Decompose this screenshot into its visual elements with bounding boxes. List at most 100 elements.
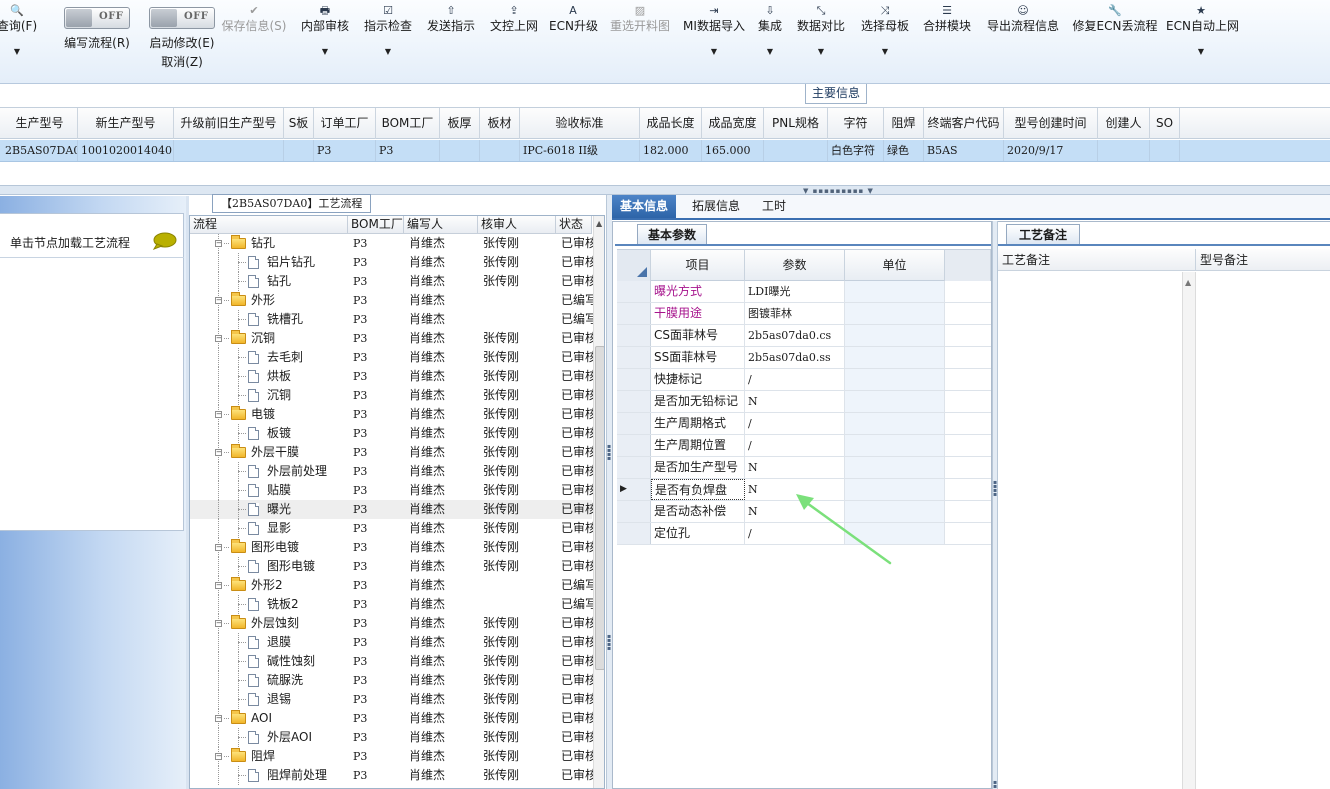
chevron-down-icon[interactable]: ▼ — [0, 48, 42, 56]
tree-node[interactable]: 退锡 — [190, 690, 348, 709]
collapse-icon[interactable]: − — [215, 411, 222, 418]
main-col-header[interactable]: 终端客户代码 — [924, 108, 1004, 139]
tree-node[interactable]: − 外形 — [190, 291, 348, 310]
param-unit-cell[interactable] — [845, 413, 945, 434]
main-cell[interactable] — [480, 140, 520, 161]
flow-tree-row[interactable]: 退锡 P3 肖维杰 张传刚 已审核 — [190, 690, 597, 709]
ecn-upgrade-button[interactable]: A ECN升级 — [549, 0, 598, 34]
tree-node[interactable]: − 阻焊 — [190, 747, 348, 766]
param-item-cell[interactable]: 是否加生产型号 — [651, 457, 745, 478]
param-item-cell[interactable]: 定位孔 — [651, 523, 745, 544]
flow-tree-row[interactable]: 沉铜 P3 肖维杰 张传刚 已审核 — [190, 386, 597, 405]
integrate-button[interactable]: ⇩ 集成 ▼ — [756, 0, 784, 56]
tree-node[interactable]: − 图形电镀 — [190, 538, 348, 557]
tree-node[interactable]: 显影 — [190, 519, 348, 538]
flow-tree-row[interactable]: − 外形 P3 肖维杰 已编写 — [190, 291, 597, 310]
flow-tree-row[interactable]: − 外层蚀刻 P3 肖维杰 张传刚 已审核 — [190, 614, 597, 633]
flow-col-header[interactable]: 编写人 — [404, 216, 478, 234]
tree-node[interactable]: 碱性蚀刻 — [190, 652, 348, 671]
param-row[interactable]: 是否加生产型号 N — [617, 457, 991, 479]
chevron-down-icon[interactable]: ▼ — [362, 48, 414, 56]
param-item-cell[interactable]: 是否有负焊盘 — [651, 479, 745, 500]
param-value-cell[interactable]: N — [745, 391, 845, 412]
main-col-header[interactable]: PNL规格 — [764, 108, 828, 139]
process-remark-tab[interactable]: 工艺备注 — [1006, 224, 1081, 245]
tree-node[interactable]: − 外形2 — [190, 576, 348, 595]
collapse-icon[interactable]: − — [215, 449, 222, 456]
param-value-cell[interactable]: / — [745, 369, 845, 390]
tree-node[interactable]: 图形电镀 — [190, 557, 348, 576]
flow-tree-row[interactable]: 板镀 P3 肖维杰 张传刚 已审核 — [190, 424, 597, 443]
param-item-cell[interactable]: 生产周期格式 — [651, 413, 745, 434]
tree-node-label[interactable]: 烘板 — [267, 367, 291, 386]
flow-tree-row[interactable]: 贴膜 P3 肖维杰 张传刚 已审核 — [190, 481, 597, 500]
export-flow-button[interactable]: ☺ 导出流程信息 — [984, 0, 1062, 34]
tree-node-label[interactable]: 阻焊前处理 — [267, 766, 327, 785]
flow-col-header[interactable]: 流程 — [190, 216, 348, 234]
save-info-button[interactable]: ✔ 保存信息(S) — [216, 0, 292, 34]
repair-ecn-flow-button[interactable]: 🔧 修复ECN丢流程 — [1072, 0, 1158, 34]
param-unit-cell[interactable] — [845, 391, 945, 412]
item-column[interactable]: 项目 — [651, 250, 745, 281]
flow-tree-row[interactable]: 铣板2 P3 肖维杰 已编写 — [190, 595, 597, 614]
main-col-header[interactable]: BOM工厂 — [376, 108, 440, 139]
flow-tree-row[interactable]: 图形电镀 P3 肖维杰 张传刚 已审核 — [190, 557, 597, 576]
main-cell[interactable]: 2020/9/17 — [1004, 140, 1098, 161]
select-mother-board-button[interactable]: ⤨ 选择母板 ▼ — [858, 0, 912, 56]
tree-node[interactable]: − 外层干膜 — [190, 443, 348, 462]
main-cell[interactable] — [174, 140, 284, 161]
main-col-header[interactable]: 阻焊 — [884, 108, 924, 139]
main-cell[interactable]: IPC-6018 II级 — [520, 140, 640, 161]
flow-tree-row[interactable]: − 外形2 P3 肖维杰 已编写 — [190, 576, 597, 595]
chevron-down-icon[interactable]: ▼ — [1166, 48, 1236, 56]
param-column[interactable]: 参数 — [745, 250, 845, 281]
reselect-cutting-map-button[interactable]: ▨ 重选开料图 — [606, 0, 674, 34]
tree-node-label[interactable]: 铣板2 — [267, 595, 299, 614]
main-cell[interactable]: 10010200140401 — [78, 140, 174, 161]
tree-node-label[interactable]: 外层前处理 — [267, 462, 327, 481]
start-modify-toggle[interactable]: OFF — [149, 7, 215, 29]
flow-tree-row[interactable]: 碱性蚀刻 P3 肖维杰 张传刚 已审核 — [190, 652, 597, 671]
flow-tree-row[interactable]: 铣槽孔 P3 肖维杰 已编写 — [190, 310, 597, 329]
tree-node[interactable]: − AOI — [190, 709, 348, 728]
param-unit-cell[interactable] — [845, 281, 945, 302]
merge-module-button[interactable]: ☰ 合拼模块 — [921, 0, 973, 34]
flow-tree-row[interactable]: − 钻孔 P3 肖维杰 张传刚 已审核 — [190, 234, 597, 253]
tree-node[interactable]: 阻焊前处理 — [190, 766, 348, 785]
param-row[interactable]: 曝光方式 LDI曝光 — [617, 281, 991, 303]
main-col-header[interactable]: 升级前旧生产型号 — [174, 108, 284, 139]
flow-tree-row[interactable]: − 沉铜 P3 肖维杰 张传刚 已审核 — [190, 329, 597, 348]
tree-node[interactable]: 去毛刺 — [190, 348, 348, 367]
tree-node[interactable]: 钻孔 — [190, 272, 348, 291]
main-cell[interactable]: 2B5AS07DA0 — [2, 140, 78, 161]
splitter-grip-icon[interactable]: ▪▪▪▪ — [993, 780, 997, 789]
remark-vertical-scrollbar[interactable]: ▲ — [1182, 272, 1196, 789]
tree-node[interactable]: 贴膜 — [190, 481, 348, 500]
edit-flow-toggle[interactable]: OFF — [64, 7, 130, 29]
horizontal-splitter[interactable]: ▼ ▪▪▪▪▪▪▪▪▪ ▼ — [0, 185, 1330, 195]
main-cell[interactable] — [1150, 140, 1180, 161]
tree-node-label[interactable]: 图形电镀 — [267, 557, 315, 576]
tree-node[interactable]: 硫脲洗 — [190, 671, 348, 690]
flow-tree-row[interactable]: 硫脲洗 P3 肖维杰 张传刚 已审核 — [190, 671, 597, 690]
tree-node-label[interactable]: AOI — [251, 709, 272, 728]
main-col-header[interactable]: 型号创建时间 — [1004, 108, 1098, 139]
tree-node-label[interactable]: 曝光 — [267, 500, 291, 519]
tree-node-label[interactable]: 退锡 — [267, 690, 291, 709]
main-col-header[interactable]: 订单工厂 — [314, 108, 376, 139]
tree-node[interactable]: − 钻孔 — [190, 234, 348, 253]
tree-node-label[interactable]: 外层干膜 — [251, 443, 299, 462]
flow-tree-row[interactable]: 烘板 P3 肖维杰 张传刚 已审核 — [190, 367, 597, 386]
tree-node-label[interactable]: 板镀 — [267, 424, 291, 443]
main-cell[interactable]: 白色字符 — [828, 140, 884, 161]
flow-tree-row[interactable]: − 外层干膜 P3 肖维杰 张传刚 已审核 — [190, 443, 597, 462]
flow-tree-row[interactable]: − 电镀 P3 肖维杰 张传刚 已审核 — [190, 405, 597, 424]
tree-node-label[interactable]: 硫脲洗 — [267, 671, 303, 690]
chevron-down-icon[interactable]: ▼ — [858, 48, 912, 56]
main-cell[interactable]: B5AS — [924, 140, 1004, 161]
ecn-auto-online-button[interactable]: ★ ECN自动上网 ▼ — [1166, 0, 1239, 56]
unit-column[interactable]: 单位 — [845, 250, 945, 281]
main-cell[interactable]: P3 — [314, 140, 376, 161]
tree-node[interactable]: 外层AOI — [190, 728, 348, 747]
main-col-header[interactable]: 验收标准 — [520, 108, 640, 139]
